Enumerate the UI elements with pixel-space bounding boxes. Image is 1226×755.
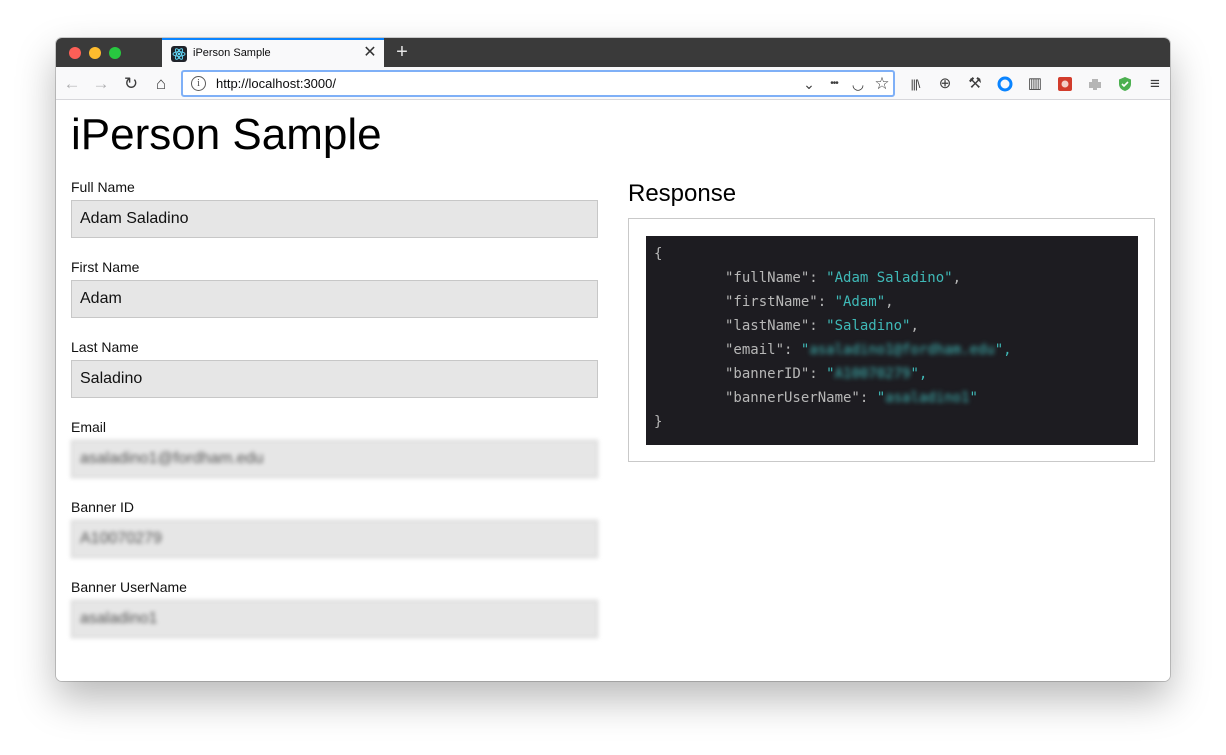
last-name-input[interactable]: [71, 360, 598, 398]
json-value-redacted: A10070279: [834, 366, 911, 382]
json-response-code: { "fullName": "Adam Saladino", "firstNam…: [646, 236, 1138, 445]
field-full-name: Full Name: [71, 180, 598, 238]
devtools-wrench-icon[interactable]: ⚒: [964, 73, 986, 95]
reload-button[interactable]: ↻: [120, 73, 142, 95]
field-label: Banner UserName: [71, 579, 187, 595]
json-trail: ,: [910, 318, 919, 334]
url-input[interactable]: http://localhost:3000/: [216, 76, 336, 91]
browser-window: iPerson Sample ✕ + ← → ↻ ⌂ i http://loca…: [56, 38, 1170, 681]
field-label: Banner ID: [71, 499, 135, 515]
extension-circle-icon[interactable]: [994, 73, 1016, 95]
back-button[interactable]: ←: [61, 73, 83, 95]
email-input[interactable]: [71, 440, 598, 478]
json-sep: :: [784, 342, 801, 358]
forward-button[interactable]: →: [90, 73, 112, 95]
field-label: Full Name: [71, 179, 135, 195]
browser-tab[interactable]: iPerson Sample ✕: [162, 38, 384, 67]
code-line: "bannerUserName": "asaladino1": [654, 386, 1138, 410]
json-sep: :: [809, 270, 827, 286]
site-info-icon[interactable]: i: [191, 76, 206, 91]
url-bar[interactable]: i http://localhost:3000/ ⌄ ••• ◡ ☆: [181, 70, 895, 97]
tab-title: iPerson Sample: [193, 47, 271, 59]
extension-red-icon[interactable]: [1054, 73, 1076, 95]
library-icon[interactable]: |||\: [904, 73, 926, 95]
title-bar: iPerson Sample ✕ +: [56, 38, 1170, 67]
react-favicon-icon: [171, 46, 187, 62]
field-banner-username: Banner UserName: [71, 580, 598, 638]
json-quote: ": [876, 390, 886, 406]
pocket-icon[interactable]: ◡: [848, 74, 868, 94]
hamburger-menu-icon[interactable]: ≡: [1144, 73, 1166, 95]
banner-id-input[interactable]: [71, 520, 598, 558]
person-form: Full Name First Name Last Name Email Ban…: [71, 180, 598, 660]
json-key: "firstName": [725, 294, 818, 310]
json-trail: ",: [910, 366, 928, 382]
banner-username-input[interactable]: [71, 600, 598, 638]
translate-icon[interactable]: ⊕: [934, 73, 956, 95]
code-open-brace: {: [654, 246, 663, 262]
field-label: First Name: [71, 259, 140, 275]
full-name-input[interactable]: [71, 200, 598, 238]
json-key: "lastName": [725, 318, 810, 334]
window-minimize-button[interactable]: [89, 47, 101, 59]
json-trail: ": [969, 390, 978, 406]
json-sep: :: [809, 366, 827, 382]
json-key: "bannerID": [725, 366, 810, 382]
json-trail: ",: [994, 342, 1012, 358]
home-button[interactable]: ⌂: [150, 73, 172, 95]
json-quote: ": [826, 366, 835, 382]
field-label: Last Name: [71, 339, 139, 355]
field-banner-id: Banner ID: [71, 500, 598, 558]
json-value: "Adam Saladino": [826, 270, 953, 286]
json-key: "fullName": [725, 270, 810, 286]
json-value-redacted: asaladino1: [885, 390, 970, 406]
bookmark-star-icon[interactable]: ☆: [872, 74, 892, 94]
json-value: "Adam": [834, 294, 886, 310]
code-line: "lastName": "Saladino",: [654, 314, 1138, 338]
extension-puzzle-icon[interactable]: [1084, 73, 1106, 95]
json-key: "email": [725, 342, 785, 358]
json-sep: :: [817, 294, 835, 310]
code-close-brace: }: [654, 414, 663, 430]
sidebar-icon[interactable]: ▥: [1024, 73, 1046, 95]
json-value: "Saladino": [826, 318, 911, 334]
code-line: "fullName": "Adam Saladino",: [654, 266, 1138, 290]
json-key: "bannerUserName": [725, 390, 860, 406]
page-title: iPerson Sample: [71, 110, 382, 159]
json-value-redacted: asaladino1@fordham.edu: [809, 342, 995, 358]
navigation-toolbar: ← → ↻ ⌂ i http://localhost:3000/ ⌄ ••• ◡…: [56, 67, 1170, 100]
json-trail: ,: [885, 294, 894, 310]
first-name-input[interactable]: [71, 280, 598, 318]
extension-shield-icon[interactable]: [1114, 73, 1136, 95]
response-panel: { "fullName": "Adam Saladino", "firstNam…: [628, 218, 1155, 462]
json-sep: :: [809, 318, 827, 334]
new-tab-button[interactable]: +: [391, 40, 413, 64]
url-dropdown-icon[interactable]: ⌄: [799, 74, 819, 94]
page-actions-icon[interactable]: •••: [824, 74, 844, 94]
page-content: iPerson Sample Full Name First Name Last…: [56, 100, 1170, 681]
code-line: "firstName": "Adam",: [654, 290, 1138, 314]
window-maximize-button[interactable]: [109, 47, 121, 59]
json-trail: ,: [952, 270, 962, 286]
response-title: Response: [628, 180, 737, 207]
window-close-button[interactable]: [69, 47, 81, 59]
json-sep: :: [859, 390, 877, 406]
field-label: Email: [71, 419, 107, 435]
tab-close-icon[interactable]: ✕: [361, 43, 379, 63]
field-email: Email: [71, 420, 598, 478]
field-first-name: First Name: [71, 260, 598, 318]
code-line: "bannerID": "A10070279",: [654, 362, 1138, 386]
field-last-name: Last Name: [71, 340, 598, 398]
code-line: "email": "asaladino1@fordham.edu",: [654, 338, 1138, 362]
